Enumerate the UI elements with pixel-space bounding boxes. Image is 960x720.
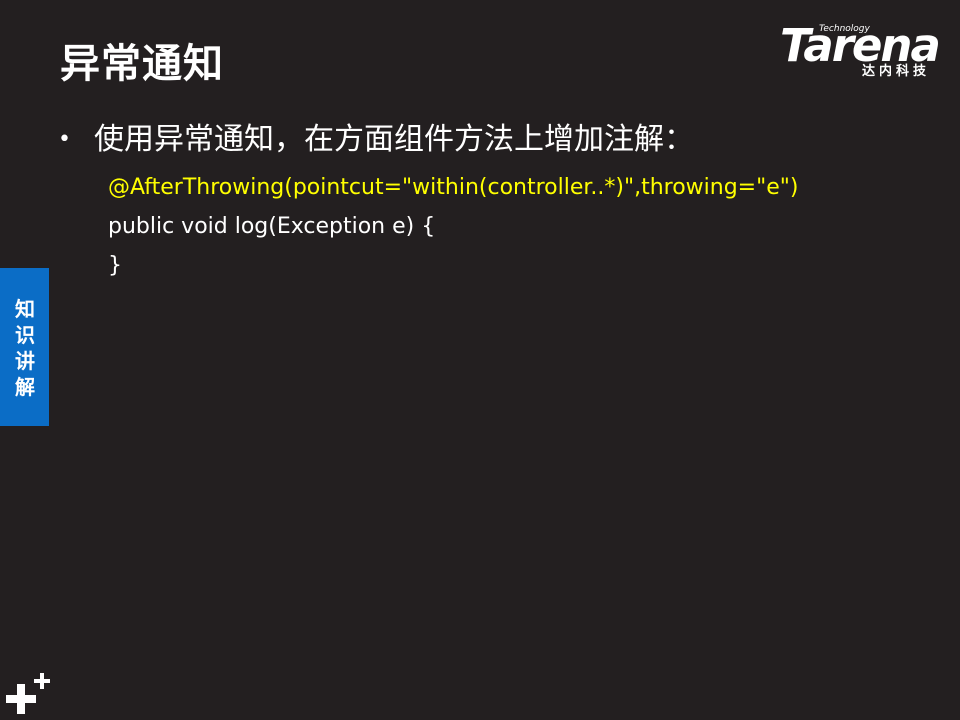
side-tab-label: 知识讲解	[15, 297, 35, 399]
bullet-dot-icon: •	[58, 127, 71, 152]
code-block: @AfterThrowing(pointcut="within(controll…	[108, 168, 798, 285]
code-line-method-signature: public void log(Exception e) {	[108, 214, 436, 239]
side-tab-knowledge: 知识讲解	[0, 268, 49, 426]
tarena-logo: Tarena Technology 达内科技	[778, 20, 948, 84]
logo-technology-text: Technology	[819, 24, 870, 34]
bullet-item: • 使用异常通知，在方面组件方法上增加注解：	[58, 120, 694, 160]
logo-chinese-text: 达内科技	[862, 64, 931, 79]
plus-icon	[6, 673, 50, 714]
code-line-closing-brace: }	[108, 253, 122, 278]
bullet-text: 使用异常通知，在方面组件方法上增加注解：	[94, 122, 694, 157]
code-line-annotation: @AfterThrowing(pointcut="within(controll…	[108, 175, 799, 200]
slide: 异常通知 Tarena Technology 达内科技 • 使用异常通知，在方面组…	[0, 0, 960, 720]
slide-title: 异常通知	[60, 41, 224, 87]
